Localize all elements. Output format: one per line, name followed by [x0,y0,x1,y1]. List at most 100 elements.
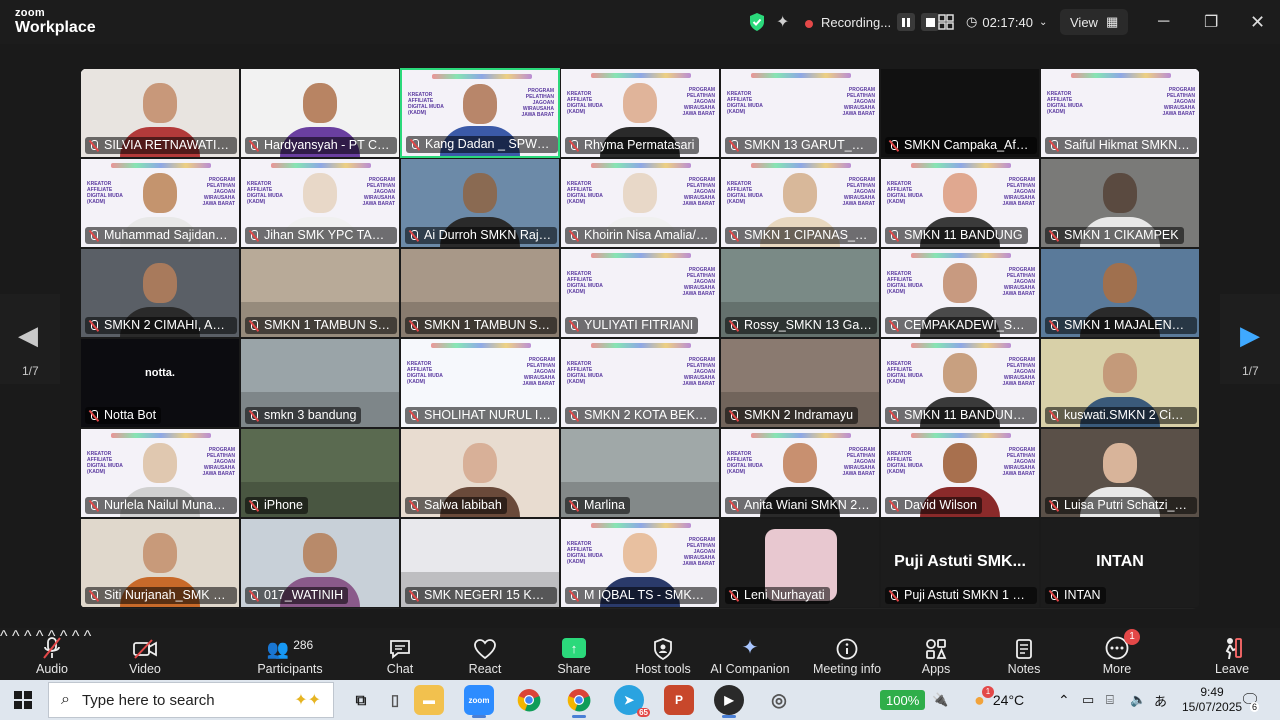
taskbar-search-box[interactable]: ⌕ Type here to search ✦✦ [48,682,334,718]
weather-widget[interactable]: ● 1 24°C [974,680,1024,720]
participant-tile[interactable]: Luisa Putri Schatzi_SM... [1040,428,1200,518]
ai-sparkle-icon[interactable]: ✦ [776,0,789,44]
video-button[interactable]: Video [122,628,168,680]
chrome-profile-icon[interactable] [564,685,594,718]
participant-tile[interactable]: Siti Nurjanah_SMK Me... [80,518,240,608]
participant-tile[interactable]: Rossy_SMKN 13 Garut [720,248,880,338]
powerpoint-icon[interactable]: P [664,685,694,715]
participant-tile[interactable]: KREATOR AFFILIATE DIGITAL MUDA (KADM) PRO… [720,158,880,248]
tray-battery-icon[interactable]: ▭ [1082,680,1094,720]
participant-tile[interactable]: SMKN 1 CIKAMPEK [1040,158,1200,248]
participant-tile[interactable]: KREATOR AFFILIATE DIGITAL MUDA (KADM) PRO… [560,248,720,338]
volume-icon[interactable]: 🔈 [1130,680,1146,720]
taskbar-clock[interactable]: 9:49 15/07/2025 [1182,680,1242,720]
meeting-timer[interactable]: ◷ 02:17:40 ⌄ [966,0,1047,44]
windows-start-icon[interactable] [14,691,32,709]
participant-tile[interactable]: KREATOR AFFILIATE DIGITAL MUDA (KADM) PRO… [1040,68,1200,158]
chrome-icon[interactable] [514,685,544,715]
audio-button[interactable]: Audio [30,628,74,680]
participant-tile[interactable]: KREATOR AFFILIATE DIGITAL MUDA (KADM) PRO… [560,158,720,248]
participant-tile[interactable]: SMKN 1 MAJALENGKA... [1040,248,1200,338]
participant-tile[interactable]: KREATOR AFFILIATE DIGITAL MUDA (KADM) PRO… [240,158,400,248]
participant-tile[interactable]: iPhone [240,428,400,518]
host-tools-button[interactable]: Host tools [632,628,694,680]
share-button[interactable]: ↑ Share [554,628,594,680]
participant-tile[interactable]: KREATOR AFFILIATE DIGITAL MUDA (KADM) PRO… [720,68,880,158]
notification-center-icon[interactable]: 🗨 6 [1240,680,1260,720]
participant-tile[interactable]: SMK NEGERI 15 KOTA ... [400,518,560,608]
slide-logo-strip [432,74,532,79]
participant-name-label: Siti Nurjanah_SMK Me... [85,587,237,604]
file-explorer-icon[interactable]: ▬ [414,685,444,715]
participant-tile[interactable]: Marlina [560,428,720,518]
close-window-button[interactable]: ✕ [1250,0,1265,44]
apps-button[interactable]: Apps [918,628,954,680]
notes-options-caret[interactable]: ^ [84,628,92,645]
participant-tile[interactable]: SILVIA RETNAWATI SM... [80,68,240,158]
participant-tile[interactable]: Hardyansyah - PT Chl... [240,68,400,158]
mic-muted-icon [248,409,260,422]
participant-tile[interactable]: KREATOR AFFILIATE DIGITAL MUDA (KADM) PRO… [400,338,560,428]
participant-tile[interactable]: KREATOR AFFILIATE DIGITAL MUDA (KADM) PRO… [880,158,1040,248]
maximize-button[interactable]: ❐ [1204,0,1218,44]
ai-companion-button[interactable]: ✦ AI Companion [708,628,792,680]
zoom-app-icon[interactable]: zoom [464,685,494,718]
participant-tile[interactable]: KREATOR AFFILIATE DIGITAL MUDA (KADM) PRO… [880,338,1040,428]
participant-tile[interactable]: 017_WATINIH [240,518,400,608]
participant-tile[interactable]: KREATOR AFFILIATE DIGITAL MUDA (KADM) PRO… [80,158,240,248]
participant-tile[interactable]: KREATOR AFFILIATE DIGITAL MUDA (KADM) PRO… [880,428,1040,518]
participant-tile[interactable]: KREATOR AFFILIATE DIGITAL MUDA (KADM) PRO… [560,518,720,608]
recording-status[interactable]: Recording... [803,0,940,44]
audio-options-caret[interactable]: ^ [0,628,8,645]
gallery-layout-icon[interactable] [938,0,954,44]
stop-recording-button[interactable] [921,13,940,31]
participant-tile[interactable]: SMKN 2 Indramayu [720,338,880,428]
participant-tile[interactable]: smkn 3 bandung [240,338,400,428]
slide-title-right: PROGRAM PELATIHAN JAGOAN WIRAUSAHA JAWA … [682,177,716,207]
participant-tile[interactable]: SMKN Campaka_Afwal... [880,68,1040,158]
participant-tile[interactable]: KREATOR AFFILIATE DIGITAL MUDA (KADM) PRO… [560,338,720,428]
task-view-icon[interactable]: ⧉ [346,685,376,715]
participant-name-label: Anita Wiani SMKN 2 S... [725,497,877,514]
participant-tile[interactable]: KREATOR AFFILIATE DIGITAL MUDA (KADM) PRO… [80,428,240,518]
app-ring-icon[interactable]: ◎ [764,685,794,715]
next-page-button[interactable]: ▶ 1/7 [1220,294,1280,384]
participant-tile[interactable]: Leni Nurhayati [720,518,880,608]
meeting-info-button[interactable]: Meeting info [808,628,886,680]
notes-button[interactable]: Notes [1004,628,1044,680]
participant-tile[interactable]: notta. Notta Bot [80,338,240,428]
ai-companion-icon: ✦ [741,637,759,659]
participant-tile[interactable]: SMKN 2 CIMAHI, ADI F... [80,248,240,338]
participants-button[interactable]: 👥 286 Participants [254,628,326,680]
participant-tile[interactable]: KREATOR AFFILIATE DIGITAL MUDA (KADM) PRO… [720,428,880,518]
mic-muted-icon [30,628,74,660]
view-button[interactable]: View ▦ [1060,9,1129,35]
participant-tile[interactable]: Salwa labibah [400,428,560,518]
video-options-caret[interactable]: ^ [12,628,20,645]
participant-tile[interactable]: SMKN 1 TAMBUN SEL... [400,248,560,338]
participant-tile[interactable]: Puji Astuti SMK... Puji Astuti SMKN 1 CIK… [880,518,1040,608]
previous-page-button[interactable]: ◀ 1/7 [0,294,60,384]
pause-recording-button[interactable] [897,13,916,31]
chat-button[interactable]: Chat [382,628,418,680]
participant-name-label: Jihan SMK YPC TASIK... [245,227,397,244]
network-icon[interactable]: ⌸ [1106,680,1114,720]
tray-chevron-up-icon[interactable]: ⌃ [1058,680,1070,720]
slide-title-right: PROGRAM PELATIHAN JAGOAN WIRAUSAHA JAWA … [682,87,716,117]
participant-tile[interactable]: SMKN 1 TAMBUN SEL... [240,248,400,338]
battery-indicator[interactable]: 100% [880,690,926,710]
leave-button[interactable]: Leave [1212,628,1252,680]
slide-title-left: KREATOR AFFILIATE DIGITAL MUDA (KADM) [727,451,763,475]
language-icon[interactable]: あ [1154,680,1167,720]
minimize-button[interactable]: ─ [1158,0,1169,44]
participant-tile[interactable]: kuswati.SMKN 2 Cimahi [1040,338,1200,428]
participant-tile[interactable]: KREATOR AFFILIATE DIGITAL MUDA (KADM) PRO… [560,68,720,158]
telegram-icon[interactable]: ➤ 65 [614,685,650,717]
react-button[interactable]: React [466,628,504,680]
participant-tile[interactable]: INTAN INTAN [1040,518,1200,608]
security-shield-icon[interactable] [748,0,766,44]
participant-tile[interactable]: KREATOR AFFILIATE DIGITAL MUDA (KADM) PRO… [880,248,1040,338]
media-player-icon[interactable]: ▶ [714,685,744,718]
participant-tile[interactable]: Ai Durroh SMKN Rajap... [400,158,560,248]
participant-tile[interactable]: KREATOR AFFILIATE DIGITAL MUDA (KADM) PRO… [400,68,560,158]
